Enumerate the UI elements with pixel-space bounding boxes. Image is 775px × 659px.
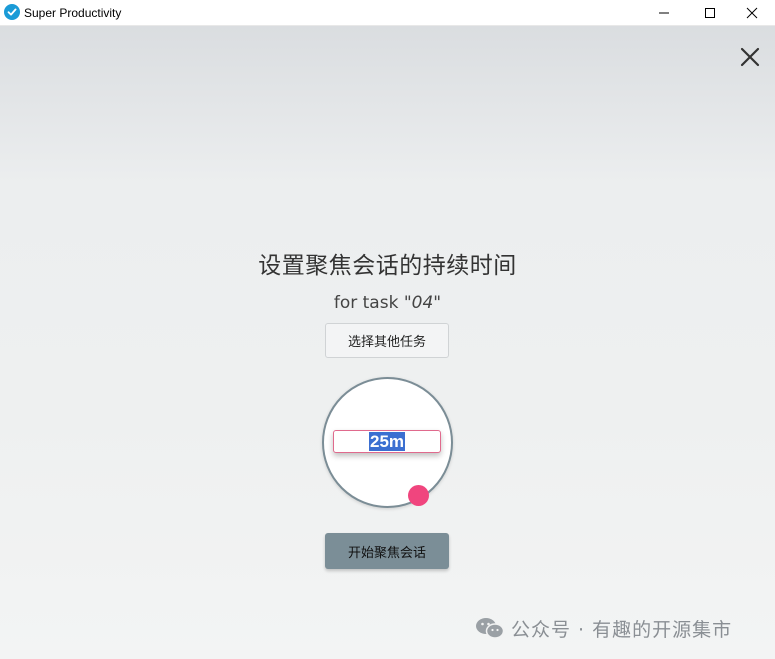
duration-input[interactable]: 25m (333, 430, 441, 453)
page-title: 设置聚焦会话的持续时间 (258, 253, 517, 279)
watermark: 公众号 · 有趣的开源集市 (475, 614, 732, 642)
task-caption: for task "04" (0, 293, 775, 313)
maximize-button[interactable] (687, 0, 733, 26)
start-focus-session-button[interactable]: 开始聚焦会话 (325, 533, 449, 569)
task-prefix: for task " (333, 293, 412, 313)
task-suffix: " (433, 293, 442, 313)
dial-handle[interactable] (408, 485, 429, 506)
check-circle-icon (4, 4, 20, 20)
close-overlay-button[interactable] (735, 42, 765, 72)
maximize-icon (705, 8, 715, 18)
minimize-button[interactable] (641, 0, 687, 26)
window-close-button[interactable] (729, 0, 775, 26)
minimize-icon (659, 12, 669, 14)
window-title: Super Productivity (24, 6, 122, 20)
close-icon (740, 47, 760, 67)
duration-value: 25m (368, 432, 406, 451)
select-other-task-button[interactable]: 选择其他任务 (325, 323, 449, 358)
close-icon (746, 7, 758, 19)
wechat-icon (476, 618, 505, 639)
window-titlebar: Super Productivity (0, 0, 775, 26)
watermark-text: 公众号 · 有趣的开源集市 (511, 618, 733, 641)
task-name: 04 (411, 293, 434, 313)
focus-mode-overlay: 设置聚焦会话的持续时间 for task "04" 选择其他任务 25m 开始聚… (0, 26, 775, 659)
